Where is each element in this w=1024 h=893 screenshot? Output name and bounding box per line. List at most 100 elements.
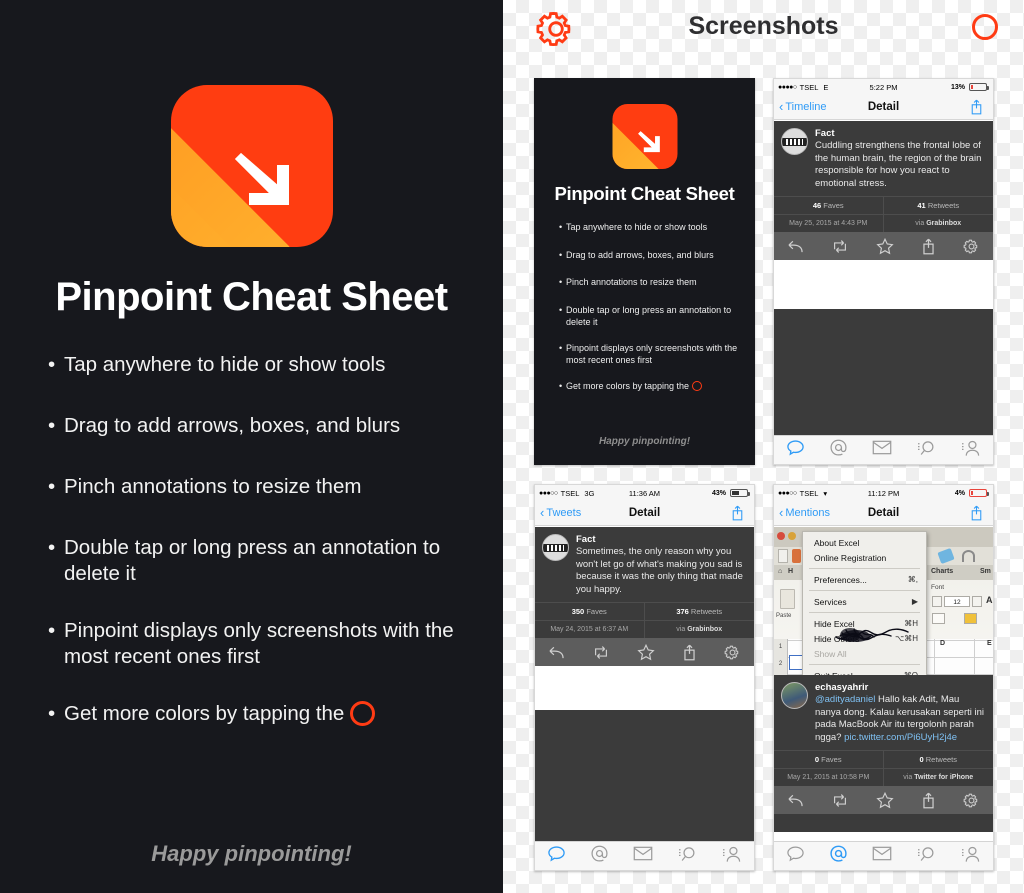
thumbnail-title: Pinpoint Cheat Sheet [554,183,735,204]
menu-item-quit-excel[interactable]: Quit Excel⌘Q [803,668,926,676]
mentions-tab[interactable] [829,844,848,868]
tweet-mention[interactable]: @adityadaniel [815,694,875,705]
retweet-icon[interactable] [831,239,849,254]
tweet-text-block: Fact Sometimes, the only reason why you … [576,534,746,596]
settings-gear-icon[interactable] [963,792,980,809]
mentions-tab[interactable] [590,844,609,868]
avatar-pattern [547,544,564,551]
settings-gear-icon[interactable] [724,644,741,661]
menu-separator [809,664,920,665]
tweet-link[interactable]: pic.twitter.com/Pi6UyH2j4e [844,732,957,743]
share-icon[interactable] [731,505,744,526]
settings-gear-icon[interactable] [963,238,980,255]
arrow-down-right-icon [637,131,660,153]
screenshot-thumbnail-1[interactable]: Pinpoint Cheat Sheet • Tap anywhere to h… [534,78,755,465]
color-circle-icon[interactable] [972,14,998,40]
thumbnail-tips-list: • Tap anywhere to hide or show tools • D… [559,221,744,407]
screenshot-thumbnail-2[interactable]: ●●●●○ TSEL E 5:22 PM 13% ‹ Timeline Deta… [773,78,994,465]
row-number: 2 [778,661,783,667]
faves-stat: 0 Faves [774,751,884,768]
menu-item-preferences[interactable]: Preferences... ⌘, [803,572,926,587]
tips-list: • Tap anywhere to hide or show tools • D… [48,352,475,762]
menu-item-services[interactable]: Services ▶ [803,594,926,609]
list-item-label: Double tap or long press an annotation t… [566,304,732,327]
ios-status-bar: ●●●○○ TSEL 3G 11:36 AM 43% [535,485,754,501]
share-icon[interactable] [921,792,936,809]
favorite-star-icon[interactable] [876,237,894,255]
timeline-tab[interactable] [547,845,566,868]
retweets-stat: 376 Retweets [645,603,755,620]
bullet-marker: • [48,619,56,642]
avatar [781,682,808,709]
screenshots-gallery-app: Screenshots Pinpoint Cheat Sheet • Tap a… [503,0,1024,893]
list-item-label: Pinpoint displays only screenshots with … [64,619,454,668]
tweet-card: Fact Cuddling strengthens the frontal lo… [774,121,993,260]
share-icon[interactable] [970,505,983,526]
ink-scribble-annotation [835,628,909,642]
faves-label: Faves [586,607,607,616]
tweet-text-block: Fact Cuddling strengthens the frontal lo… [815,128,985,190]
tweet-source: via Grabinbox [645,621,755,638]
reply-icon[interactable] [548,645,565,660]
profile-tab[interactable] [961,439,981,462]
tweet-stats: 350 Faves 376 Retweets [535,602,754,620]
tweet-text-block: echasyahrir @adityadaniel Hallo kak Adit… [815,682,985,744]
search-tab[interactable] [917,845,937,868]
avatar-pattern [786,138,803,145]
paste-label: Paste [776,613,792,619]
screenshot-grid: Pinpoint Cheat Sheet • Tap anywhere to h… [534,78,1006,871]
color-circle-icon [692,380,703,391]
menu-item-about-excel[interactable]: About Excel [803,535,926,550]
profile-tab[interactable] [722,845,742,868]
mentions-tab[interactable] [829,438,848,462]
bullet-marker: • [559,277,563,287]
via-prefix: via [676,626,686,633]
menu-separator [809,590,920,591]
share-icon[interactable] [682,644,697,661]
messages-tab[interactable] [872,440,892,460]
column-letter-e: E [987,640,992,647]
bullet-marker: • [48,702,56,725]
tweet-card: echasyahrir @adityadaniel Hallo kak Adit… [774,675,993,832]
avatar [542,534,569,561]
favorite-star-icon[interactable] [876,791,894,809]
tweet-timestamp: May 21, 2015 at 10:58 PM [774,769,884,786]
list-item: • Pinpoint displays only screenshots wit… [559,342,744,366]
list-item-label: Get more colors by tapping the [64,702,345,725]
profile-tab[interactable] [961,845,981,868]
search-tab[interactable] [678,845,698,868]
messages-tab[interactable] [633,846,653,866]
menu-item-online-registration[interactable]: Online Registration [803,550,926,565]
faves-count: 350 [571,607,585,616]
tweet-source: via Twitter for iPhone [884,769,994,786]
timeline-tab[interactable] [786,439,805,462]
list-item: • Tap anywhere to hide or show tools [559,221,744,233]
via-source: Twitter for iPhone [914,774,974,781]
screenshot-thumbnail-4[interactable]: ●●●○○ TSEL ▾ 11:12 PM 4% ‹ Mentions Deta… [773,484,994,871]
list-item-label: Pinch annotations to resize them [566,277,697,287]
retweet-icon[interactable] [592,645,610,660]
row-number: 1 [778,644,783,650]
timeline-tab[interactable] [786,845,805,868]
bullet-marker: • [559,249,563,260]
search-tab[interactable] [917,439,937,462]
share-icon[interactable] [970,99,983,120]
app-icon-container [0,85,503,247]
list-item: • Double tap or long press an annotation… [48,535,475,587]
messages-tab[interactable] [872,846,892,866]
color-circle-icon [350,701,376,726]
favorite-star-icon[interactable] [637,643,655,661]
faves-count: 46 [812,201,822,210]
arrow-down-right-icon [234,153,289,205]
retweets-label: Retweets [690,607,723,616]
reply-icon[interactable] [787,793,804,808]
bullet-marker: • [559,380,563,391]
retweets-count: 41 [917,201,926,210]
retweet-icon[interactable] [831,793,849,808]
tweet-meta: May 25, 2015 at 4:43 PM via Grabinbox [774,214,993,232]
menu-separator [809,568,920,569]
excel-row-headers: 1 2 3 [774,639,788,675]
share-icon[interactable] [921,238,936,255]
reply-icon[interactable] [787,239,804,254]
screenshot-thumbnail-3[interactable]: ●●●○○ TSEL 3G 11:36 AM 43% ‹ Tweets Deta… [534,484,755,871]
